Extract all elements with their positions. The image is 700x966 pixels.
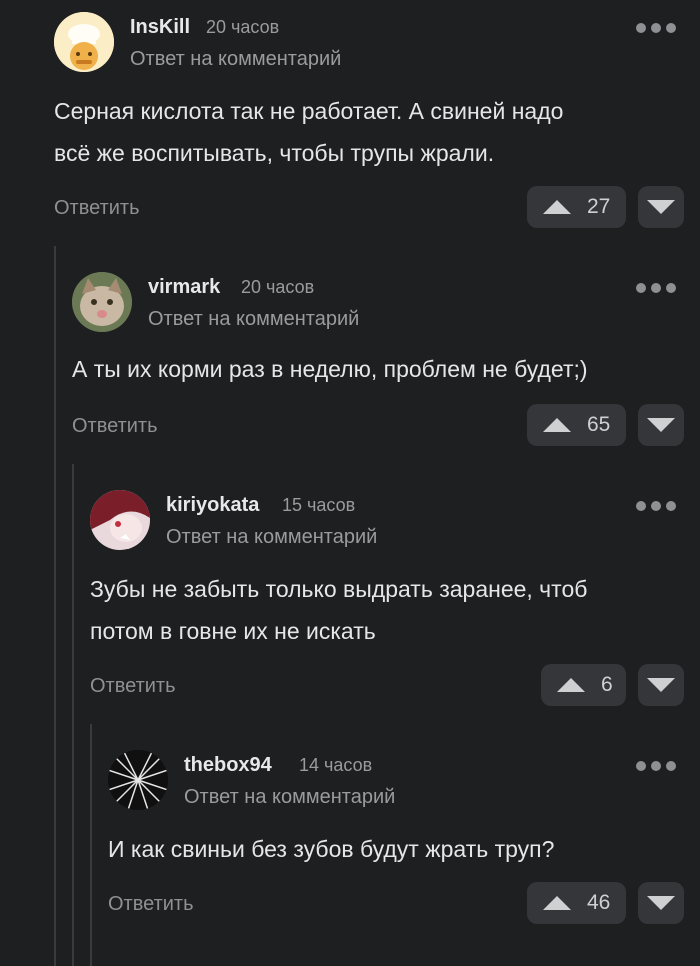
vote-count: 46 (587, 891, 611, 914)
reply-to-link[interactable]: Ответ на комментарий (184, 786, 395, 809)
arrow-up-icon (543, 896, 571, 910)
comment-time: 14 часов (299, 755, 373, 775)
comment-text: И как свиньи без зубов будут жрать труп? (108, 828, 554, 870)
more-options-icon[interactable] (636, 759, 676, 773)
username[interactable]: thebox94 (184, 754, 272, 777)
upvote-button[interactable]: 46 (527, 882, 626, 924)
comment-text-line: И как свиньи без зубов будут жрать труп? (108, 836, 555, 862)
arrow-down-icon (647, 896, 675, 910)
avatar[interactable] (108, 750, 168, 810)
reply-button[interactable]: Ответить (108, 893, 194, 916)
comment: thebox94 14 часов Ответ на комментарий И… (0, 0, 700, 966)
downvote-button[interactable] (638, 882, 684, 924)
